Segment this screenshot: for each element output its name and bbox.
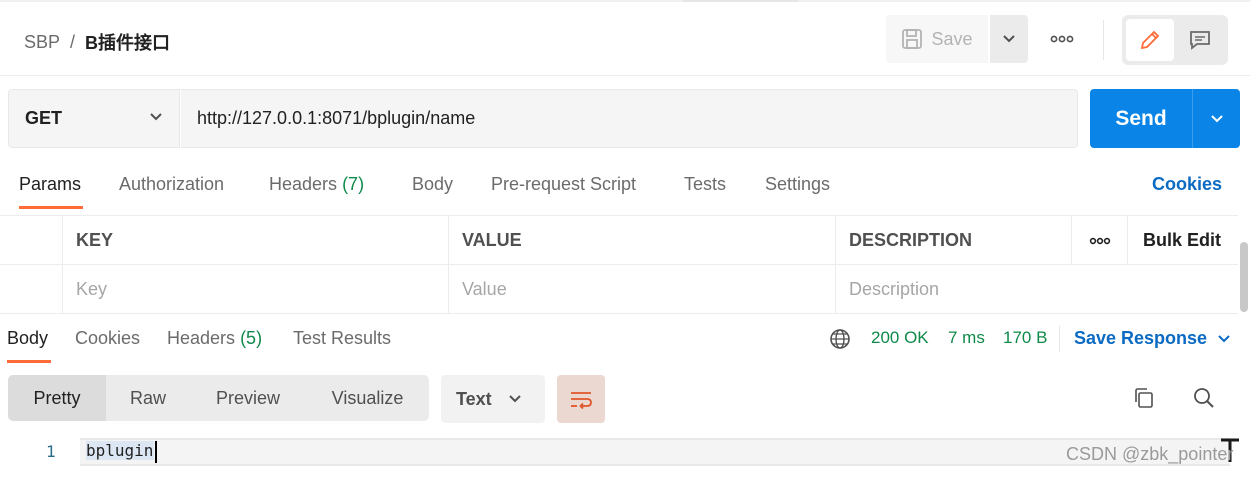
params-more-button[interactable] bbox=[1071, 216, 1128, 265]
status-divider bbox=[1059, 326, 1060, 352]
ellipsis-icon bbox=[1089, 237, 1111, 244]
tab-headers-count: (7) bbox=[342, 174, 365, 194]
copy-button[interactable] bbox=[1128, 382, 1160, 414]
save-response-label: Save Response bbox=[1074, 328, 1208, 348]
view-mode-pretty[interactable]: Pretty bbox=[8, 375, 106, 421]
edit-mode-button[interactable] bbox=[1126, 19, 1174, 61]
method-select[interactable]: GET bbox=[8, 89, 180, 148]
params-header-row: KEY VALUE DESCRIPTION Bulk Edit bbox=[0, 216, 1238, 265]
description-input[interactable]: Description bbox=[835, 265, 1238, 314]
view-mode-raw[interactable]: Raw bbox=[106, 375, 190, 421]
tab-settings[interactable]: Settings bbox=[765, 174, 830, 195]
wrap-lines-button[interactable] bbox=[557, 375, 605, 423]
tab-params[interactable]: Params bbox=[19, 174, 81, 195]
active-tab-underline bbox=[19, 206, 83, 209]
more-actions-button[interactable] bbox=[1044, 15, 1080, 63]
bulk-edit-button[interactable]: Bulk Edit bbox=[1127, 216, 1238, 265]
key-column-header: KEY bbox=[62, 216, 449, 265]
bulk-edit-label: Bulk Edit bbox=[1143, 230, 1222, 250]
view-mode-preview[interactable]: Preview bbox=[190, 375, 306, 421]
line-number: 1 bbox=[46, 442, 56, 461]
view-mode-selector: Pretty Raw Preview Visualize bbox=[8, 375, 429, 421]
watermark: CSDN @zbk_pointer bbox=[1066, 444, 1234, 464]
breadcrumb: SBP / B插件接口 bbox=[24, 29, 170, 55]
key-input[interactable]: Key bbox=[62, 265, 449, 314]
send-options-button[interactable] bbox=[1192, 89, 1240, 148]
response-time[interactable]: 7 ms bbox=[948, 328, 985, 348]
response-active-tab-underline bbox=[7, 360, 51, 363]
tab-headers-label: Headers bbox=[269, 174, 338, 194]
cookies-link[interactable]: Cookies bbox=[1152, 174, 1222, 195]
breadcrumb-collection[interactable]: SBP bbox=[24, 32, 60, 53]
key-header-label: KEY bbox=[76, 230, 114, 250]
method-label: GET bbox=[25, 108, 63, 128]
response-body-content: bplugin bbox=[86, 441, 154, 460]
response-size[interactable]: 170 B bbox=[1003, 328, 1047, 348]
value-header-label: VALUE bbox=[462, 230, 522, 250]
chevron-down-icon bbox=[1218, 334, 1230, 342]
save-options-button[interactable] bbox=[990, 15, 1028, 63]
response-tab-cookies[interactable]: Cookies bbox=[75, 328, 140, 349]
editor-mode-toggle bbox=[1122, 15, 1228, 65]
toolbar-divider bbox=[1103, 20, 1104, 60]
globe-icon[interactable] bbox=[829, 328, 851, 350]
response-status[interactable]: 200 OK bbox=[871, 328, 929, 348]
save-icon bbox=[902, 29, 923, 49]
ellipsis-icon bbox=[1050, 35, 1074, 43]
value-column-header: VALUE bbox=[448, 216, 836, 265]
tab-body[interactable]: Body bbox=[412, 174, 453, 195]
text-cursor bbox=[155, 441, 157, 463]
chevron-down-icon bbox=[1003, 35, 1015, 43]
request-header: SBP / B插件接口 Save bbox=[0, 2, 1250, 76]
value-placeholder: Value bbox=[462, 279, 507, 299]
description-column-header: DESCRIPTION bbox=[835, 216, 1072, 265]
params-table: KEY VALUE DESCRIPTION Bulk Edit Key Valu… bbox=[0, 215, 1238, 314]
save-label: Save bbox=[931, 28, 973, 49]
description-header-label: DESCRIPTION bbox=[849, 230, 973, 250]
key-placeholder: Key bbox=[76, 279, 108, 299]
chevron-down-icon bbox=[150, 113, 162, 121]
url-input[interactable]: http://127.0.0.1:8071/bplugin/name bbox=[181, 89, 1078, 148]
breadcrumb-separator: / bbox=[70, 31, 76, 52]
response-body-editor[interactable]: 1 bplugin bbox=[0, 438, 1250, 477]
request-name[interactable]: B插件接口 bbox=[85, 29, 170, 55]
tab-pre-request-script[interactable]: Pre-request Script bbox=[491, 174, 636, 195]
scrollbar-thumb[interactable] bbox=[1240, 242, 1248, 312]
save-button-group: Save bbox=[886, 15, 1028, 63]
copy-icon bbox=[1135, 388, 1153, 408]
response-tab-headers[interactable]: Headers (5) bbox=[167, 328, 262, 349]
response-body-text[interactable]: bplugin bbox=[86, 441, 155, 460]
send-button[interactable]: Send bbox=[1090, 89, 1192, 148]
comment-icon bbox=[1190, 31, 1210, 50]
save-button[interactable]: Save bbox=[886, 15, 988, 63]
send-button-group: Send bbox=[1090, 89, 1240, 148]
search-icon bbox=[1194, 388, 1214, 408]
search-button[interactable] bbox=[1188, 382, 1220, 414]
params-empty-row: Key Value Description bbox=[0, 265, 1238, 314]
view-mode-visualize[interactable]: Visualize bbox=[306, 375, 429, 421]
response-headers-label: Headers bbox=[167, 328, 236, 348]
active-line-highlight bbox=[80, 438, 1230, 466]
format-select[interactable]: Text bbox=[441, 375, 545, 423]
tab-tests[interactable]: Tests bbox=[684, 174, 726, 195]
params-scrollbar[interactable] bbox=[1238, 212, 1250, 312]
wrap-lines-icon bbox=[571, 392, 592, 409]
value-input[interactable]: Value bbox=[448, 265, 836, 314]
tab-authorization[interactable]: Authorization bbox=[119, 174, 224, 195]
response-tab-test-results[interactable]: Test Results bbox=[293, 328, 391, 349]
chevron-down-icon bbox=[508, 395, 521, 403]
response-tab-body[interactable]: Body bbox=[7, 328, 48, 349]
format-label: Text bbox=[456, 388, 492, 409]
chevron-down-icon bbox=[1210, 114, 1223, 122]
response-headers-count: (5) bbox=[240, 328, 263, 348]
comment-mode-button[interactable] bbox=[1176, 19, 1224, 61]
pencil-icon bbox=[1140, 30, 1160, 50]
tab-headers[interactable]: Headers (7) bbox=[269, 174, 364, 195]
save-response-button[interactable]: Save Response bbox=[1074, 328, 1231, 349]
description-placeholder: Description bbox=[849, 279, 940, 299]
